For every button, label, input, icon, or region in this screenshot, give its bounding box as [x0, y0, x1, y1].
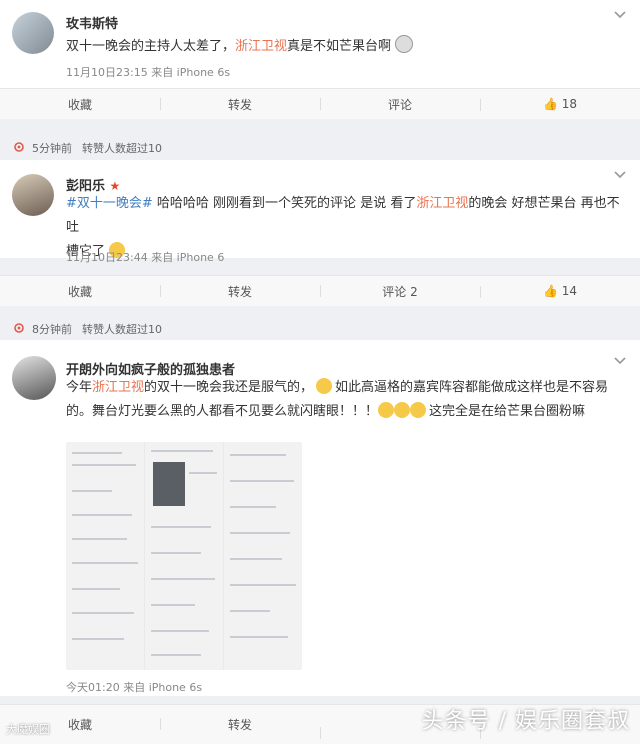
avatar[interactable] [12, 356, 56, 400]
avatar[interactable] [12, 174, 54, 216]
action-bar: 收藏 转发 评论 2 👍 14 [0, 275, 640, 306]
chevron-down-icon[interactable] [612, 354, 628, 368]
thumbnail-image[interactable] [224, 442, 302, 670]
image-collage[interactable] [66, 442, 302, 670]
post-card-3: 开朗外向如疯子般的孤独患者 今年浙江卫视的双十一晚会我还是服气的， 如此高逼格的嘉… [0, 340, 640, 696]
watermark-small: 大魔娱圈 [6, 723, 50, 736]
like-button[interactable]: 👍 18 [480, 97, 640, 111]
post-meta: 11月10日23:44 来自 iPhone 6 [66, 251, 225, 264]
repost-button[interactable]: 转发 [160, 283, 320, 300]
post-text: 今年浙江卫视的双十一晚会我还是服气的， 如此高逼格的嘉宾阵容都能做成这样也是不容易… [66, 378, 609, 419]
hot-strip: 8分钟前 转赞人数超过10 [0, 314, 640, 342]
emoji-icon [395, 35, 414, 53]
comment-button[interactable]: 评论 2 [320, 283, 480, 300]
hot-strip: 5分钟前 转赞人数超过10 [0, 133, 640, 161]
chevron-down-icon[interactable] [612, 8, 628, 22]
mention-link[interactable]: 浙江卫视 [92, 380, 144, 395]
hashtag-link[interactable]: #双十一晚会# [66, 196, 153, 211]
collect-button[interactable]: 收藏 [0, 96, 160, 113]
thumbnail-image[interactable] [66, 442, 144, 670]
collect-button[interactable]: 收藏 [0, 283, 160, 300]
avatar[interactable] [12, 12, 54, 54]
username[interactable]: 玫韦斯特 [66, 13, 118, 32]
thumbs-up-icon: 👍 [542, 284, 558, 298]
post-text: 双十一晚会的主持人太差了，浙江卫视真是不如芒果台啊 [66, 35, 414, 59]
chevron-down-icon[interactable] [612, 168, 628, 182]
repost-button[interactable]: 转发 [160, 96, 320, 113]
emoji-icon [316, 378, 333, 394]
action-bar: 收藏 转发 评论 👍 18 [0, 88, 640, 119]
repost-button[interactable]: 转发 [160, 716, 320, 733]
post-meta: 11月10日23:15 来自 iPhone 6s [66, 66, 231, 79]
thumbs-up-icon: 👍 [542, 97, 558, 111]
like-button[interactable]: 👍 14 [480, 284, 640, 298]
post-meta: 今天01:20 来自 iPhone 6s [66, 681, 203, 694]
post-card-2: 彭阳乐 ★ #双十一晚会# 哈哈哈哈 刚刚看到一个笑死的评论 是说 看了浙江卫视… [0, 160, 640, 264]
thumbnail-image[interactable] [145, 442, 223, 670]
post-card-1: 玫韦斯特 双十一晚会的主持人太差了，浙江卫视真是不如芒果台啊 11月10日23:… [0, 0, 640, 88]
watermark: 头条号 / 娱乐圈套叔 [421, 709, 630, 734]
laugh-cry-emoji-icon [378, 402, 395, 418]
laugh-cry-emoji-icon [394, 402, 411, 418]
comment-button[interactable]: 评论 [320, 96, 480, 113]
location-pin-icon [14, 323, 24, 333]
mention-link[interactable]: 浙江卫视 [235, 39, 287, 54]
star-badge-icon: ★ [109, 179, 121, 193]
location-pin-icon [14, 142, 24, 152]
mention-link[interactable]: 浙江卫视 [416, 196, 468, 211]
laugh-cry-emoji-icon [410, 402, 427, 418]
